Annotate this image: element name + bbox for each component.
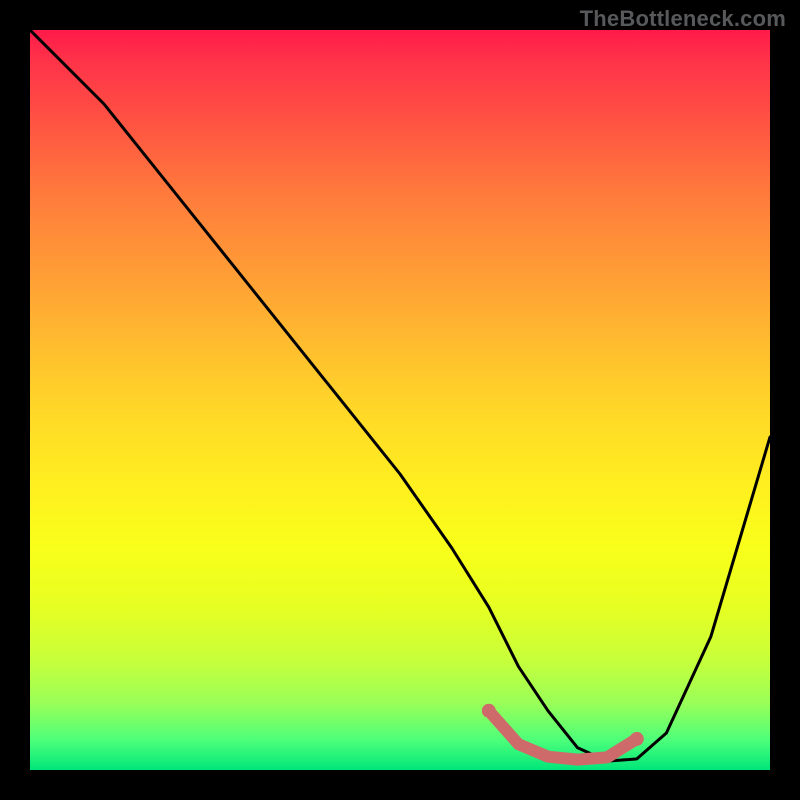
curve-overlay	[30, 30, 770, 770]
watermark-text: TheBottleneck.com	[580, 6, 786, 32]
plot-area	[30, 30, 770, 770]
bottleneck-curve	[30, 30, 770, 761]
highlight-segment	[489, 711, 637, 760]
chart-stage: TheBottleneck.com	[0, 0, 800, 800]
highlight-endpoint-left	[482, 704, 496, 718]
highlight-endpoint-right	[630, 732, 644, 746]
